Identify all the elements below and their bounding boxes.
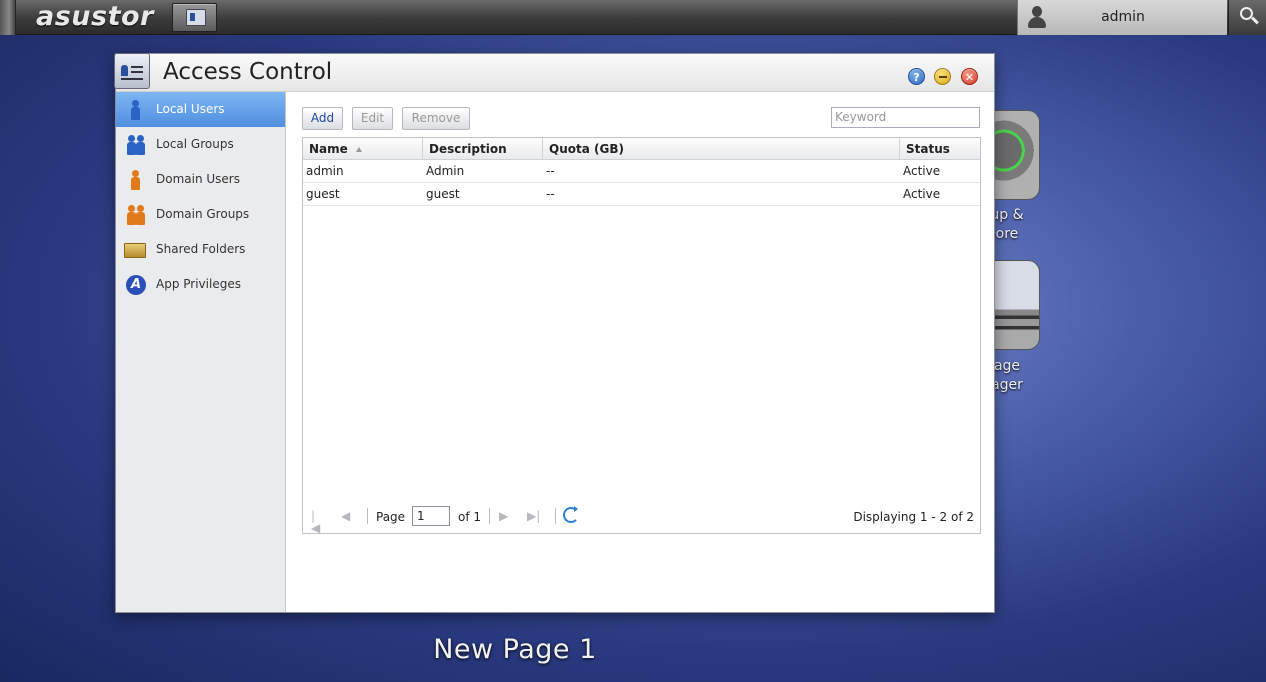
users-table: Name Description Quota (GB) Status admin… bbox=[302, 137, 981, 534]
column-header-status[interactable]: Status bbox=[900, 138, 980, 160]
taskbar: asustor admin bbox=[0, 0, 1266, 35]
minimize-button[interactable] bbox=[934, 68, 951, 85]
sidebar-item-label: App Privileges bbox=[156, 277, 241, 291]
first-page-icon[interactable]: |◀ bbox=[311, 510, 323, 534]
domain-group-icon bbox=[126, 205, 146, 225]
user-name: admin bbox=[1101, 9, 1145, 25]
pager-separator bbox=[367, 508, 368, 524]
page-count-label: of 1 bbox=[458, 510, 482, 524]
column-header-name[interactable]: Name bbox=[303, 138, 423, 160]
user-icon bbox=[126, 100, 146, 120]
column-header-description[interactable]: Description bbox=[423, 138, 543, 160]
sidebar-item-label: Domain Users bbox=[156, 172, 240, 186]
user-menu[interactable]: admin bbox=[1017, 0, 1227, 35]
keyword-search-input[interactable]: Keyword bbox=[831, 107, 980, 128]
cell-description: guest bbox=[426, 187, 460, 201]
users-icon bbox=[126, 135, 146, 155]
cell-quota: -- bbox=[546, 187, 555, 201]
sidebar-item-label: Shared Folders bbox=[156, 242, 246, 256]
asustor-logo: asustor bbox=[36, 1, 154, 32]
sidebar: Local Users Local Groups Domain Users Do… bbox=[116, 92, 286, 612]
close-button[interactable]: ✕ bbox=[961, 68, 978, 85]
window-titlebar[interactable]: Access Control ? ✕ bbox=[114, 53, 994, 92]
sidebar-item-shared-folders[interactable]: Shared Folders bbox=[116, 232, 285, 267]
sidebar-item-app-privileges[interactable]: A App Privileges bbox=[116, 267, 285, 302]
refresh-icon[interactable] bbox=[563, 506, 579, 523]
sidebar-item-label: Domain Groups bbox=[156, 207, 250, 221]
sidebar-item-local-users[interactable]: Local Users bbox=[116, 92, 285, 127]
sidebar-item-local-groups[interactable]: Local Groups bbox=[116, 127, 285, 162]
sidebar-item-domain-users[interactable]: Domain Users bbox=[116, 162, 285, 197]
access-control-window: Access Control ? ✕ Local Users Local Gro… bbox=[114, 53, 995, 613]
add-button[interactable]: Add bbox=[302, 107, 343, 130]
cell-status: Active bbox=[903, 187, 941, 201]
search-button[interactable] bbox=[1228, 0, 1266, 35]
access-control-task-icon bbox=[186, 9, 206, 26]
table-row[interactable]: admin Admin -- Active bbox=[303, 160, 980, 183]
access-control-icon bbox=[114, 53, 150, 89]
cell-quota: -- bbox=[546, 164, 555, 178]
pager-separator bbox=[555, 508, 556, 524]
app-icon: A bbox=[126, 275, 146, 295]
table-header: Name Description Quota (GB) Status bbox=[303, 138, 980, 160]
cell-status: Active bbox=[903, 164, 941, 178]
cell-name: guest bbox=[306, 187, 340, 201]
sidebar-item-domain-groups[interactable]: Domain Groups bbox=[116, 197, 285, 232]
desktop-page-label: New Page 1 bbox=[433, 634, 597, 665]
column-header-quota[interactable]: Quota (GB) bbox=[543, 138, 900, 160]
table-row[interactable]: guest guest -- Active bbox=[303, 183, 980, 206]
displaying-count: Displaying 1 - 2 of 2 bbox=[853, 510, 974, 524]
remove-button[interactable]: Remove bbox=[402, 107, 470, 130]
pagination-bar: |◀ ◀ Page 1 of 1 ▶ ▶| Displaying 1 - 2 o… bbox=[303, 502, 980, 534]
previous-page-icon[interactable]: ◀ bbox=[341, 510, 353, 522]
edit-button[interactable]: Edit bbox=[352, 107, 393, 130]
taskbar-grip[interactable] bbox=[0, 0, 16, 35]
page-label: Page bbox=[376, 510, 406, 524]
next-page-icon[interactable]: ▶ bbox=[499, 510, 511, 522]
sidebar-item-label: Local Users bbox=[156, 102, 225, 116]
sort-ascending-icon bbox=[355, 147, 362, 152]
domain-user-icon bbox=[126, 170, 146, 190]
pager-separator bbox=[489, 508, 490, 524]
cell-name: admin bbox=[306, 164, 344, 178]
main-panel: Add Edit Remove Keyword Name Description… bbox=[287, 92, 994, 612]
help-button[interactable]: ? bbox=[908, 68, 925, 85]
folder-icon bbox=[124, 240, 146, 260]
access-control-taskbar-button[interactable] bbox=[172, 3, 217, 32]
page-number-input[interactable]: 1 bbox=[412, 506, 450, 526]
window-title: Access Control bbox=[163, 59, 333, 85]
cell-description: Admin bbox=[426, 164, 465, 178]
last-page-icon[interactable]: ▶| bbox=[527, 510, 540, 522]
sidebar-item-label: Local Groups bbox=[156, 137, 234, 151]
